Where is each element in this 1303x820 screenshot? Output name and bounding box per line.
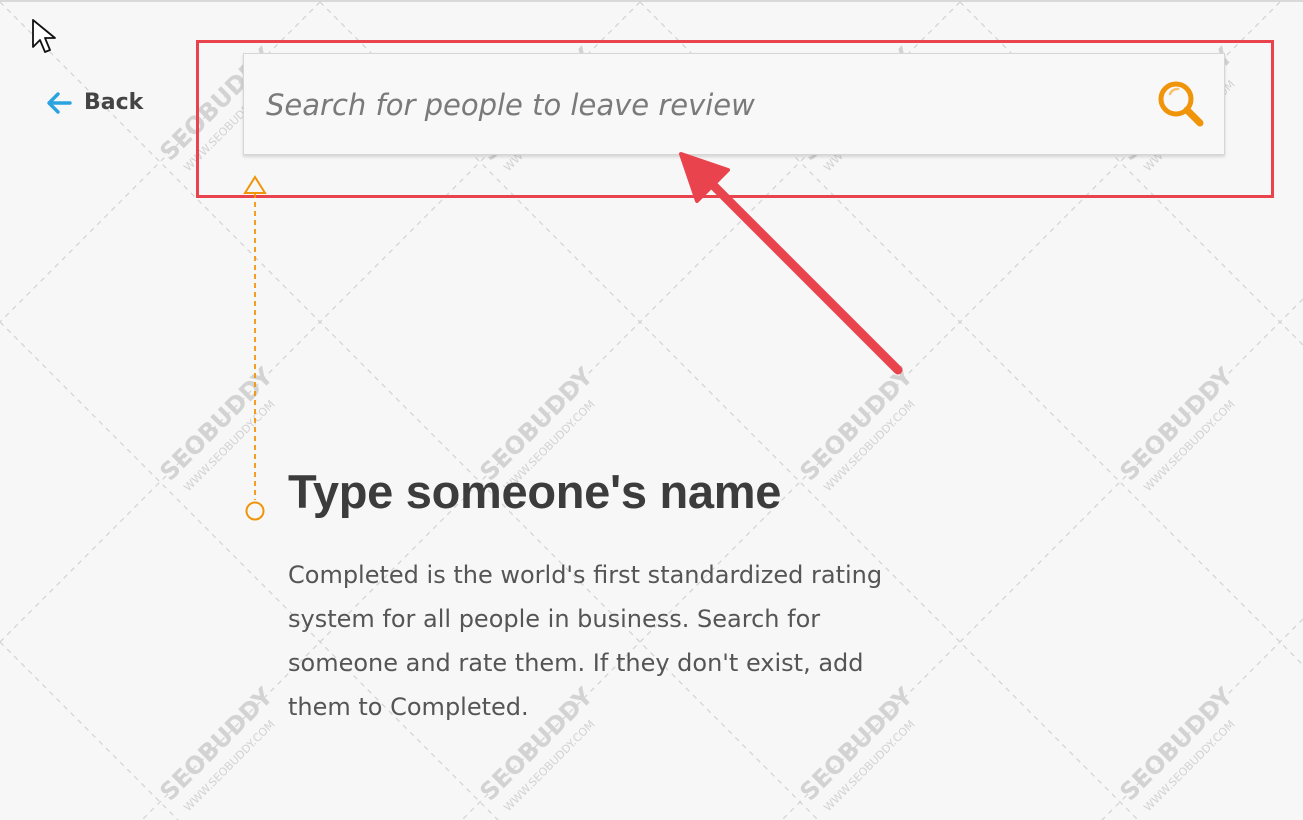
watermark-url: WWW.SEOBUDDY.COM [821, 398, 917, 494]
watermark-url: WWW.SEOBUDDY.COM [821, 718, 917, 814]
page: SEOBUDDY WWW.SEOBUDDY.COM SEOBUDDY WWW.S… [0, 0, 1303, 820]
mouse-cursor-icon [32, 19, 56, 53]
watermark-url: WWW.SEOBUDDY.COM [1141, 398, 1237, 494]
back-button[interactable]: Back [46, 90, 143, 115]
watermark-brand: SEOBUDDY [1114, 362, 1238, 486]
watermark-brand: SEOBUDDY [154, 362, 278, 486]
watermark-url: WWW.SEOBUDDY.COM [181, 718, 277, 814]
page-title: Type someone's name [288, 465, 782, 518]
intro-description: Completed is the world's first standardi… [288, 561, 883, 721]
watermark-url: WWW.SEOBUDDY.COM [1141, 718, 1237, 814]
watermark-brand: SEOBUDDY [1114, 682, 1238, 806]
watermark-url: WWW.SEOBUDDY.COM [501, 718, 597, 814]
guide-line-icon [243, 175, 267, 521]
watermark-brand: SEOBUDDY [794, 362, 918, 486]
watermark-brand: SEOBUDDY [154, 682, 278, 806]
highlight-frame [196, 40, 1274, 198]
back-label: Back [84, 90, 144, 115]
watermark-url: WWW.SEOBUDDY.COM [181, 398, 277, 494]
arrow-left-icon [47, 91, 72, 114]
